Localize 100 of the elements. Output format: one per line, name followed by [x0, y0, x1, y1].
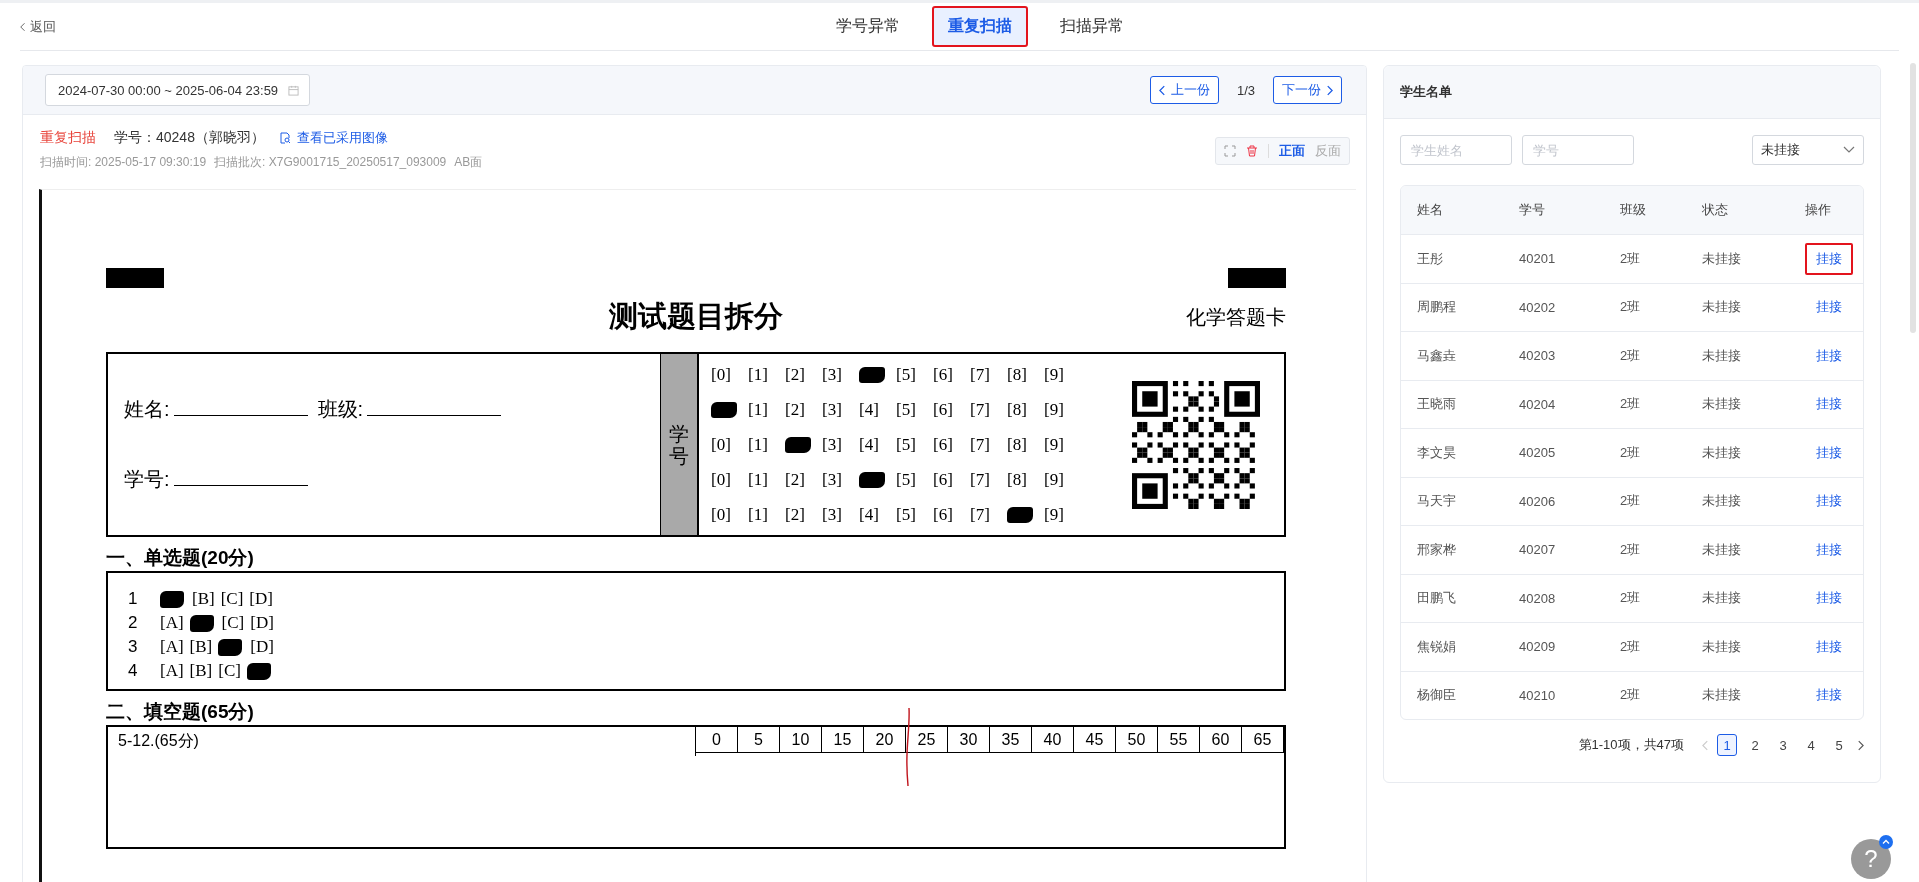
- table-cell-text: 2班: [1620, 492, 1642, 511]
- bubble-label: [3]: [822, 399, 843, 420]
- next-button[interactable]: 下一份: [1273, 76, 1342, 104]
- previous-button[interactable]: 上一份: [1149, 76, 1219, 104]
- table-cell-text: 2班: [1620, 395, 1642, 414]
- id-column-header: 学号: [660, 354, 699, 535]
- link-action[interactable]: 挂接: [1805, 339, 1853, 372]
- score-cell: 5: [738, 727, 780, 753]
- next-page-icon[interactable]: [1857, 739, 1864, 751]
- delete-icon[interactable]: [1246, 145, 1258, 157]
- column-header: 班级: [1620, 201, 1647, 219]
- bubble-label: [0]: [711, 364, 732, 385]
- bubble-label: [8]: [1007, 469, 1028, 490]
- bubble-label: [6]: [933, 434, 954, 455]
- score-cell: 35: [990, 727, 1032, 753]
- alignment-mark: [1228, 268, 1286, 288]
- link-action[interactable]: 挂接: [1805, 630, 1853, 663]
- scrollbar[interactable]: [1910, 63, 1916, 333]
- option-label: [C]: [220, 589, 244, 609]
- link-action[interactable]: 挂接: [1805, 436, 1853, 469]
- student-label: 学号：40248（郭晓羽）: [114, 129, 265, 147]
- tab[interactable]: 重复扫描: [931, 6, 1028, 47]
- table-cell-text: 田鹏飞: [1417, 589, 1457, 608]
- bubble-label: [0]: [711, 504, 732, 525]
- bubble-label: [5]: [896, 399, 917, 420]
- option-label: [A]: [160, 661, 184, 681]
- table-cell-text: 2班: [1620, 637, 1642, 656]
- table-cell-text: 未挂接: [1702, 540, 1742, 559]
- tab[interactable]: 扫描异常: [1043, 6, 1140, 47]
- table-cell-text: 杨御臣: [1417, 686, 1457, 705]
- bubble-label: [6]: [933, 504, 954, 525]
- table-cell-text: 未挂接: [1702, 298, 1742, 317]
- bubble-label: [3]: [822, 469, 843, 490]
- id-search-field[interactable]: 学号: [1522, 135, 1634, 165]
- id-label: 学号:: [124, 467, 170, 493]
- caret-up-icon: [1879, 835, 1893, 849]
- bubble-label: [3]: [822, 364, 843, 385]
- status-dropdown[interactable]: 未挂接: [1752, 135, 1864, 165]
- link-action[interactable]: 挂接: [1805, 388, 1853, 421]
- score-cell: 10: [780, 727, 822, 753]
- fullscreen-icon[interactable]: [1224, 145, 1236, 157]
- table-cell-text: 2班: [1620, 346, 1642, 365]
- bubble-label: [4]: [859, 434, 880, 455]
- back-link[interactable]: 返回: [20, 18, 56, 36]
- option-label: [C]: [221, 613, 245, 633]
- option-label: [D]: [250, 637, 274, 657]
- link-action[interactable]: 挂接: [1805, 679, 1853, 712]
- calendar-icon: [288, 84, 300, 96]
- link-action[interactable]: 挂接: [1805, 582, 1853, 615]
- bubble-label: [5]: [896, 434, 917, 455]
- table-cell-text: 40206: [1519, 493, 1557, 509]
- bubble-label: [8]: [1007, 364, 1028, 385]
- view-adopted-image-link[interactable]: 查看已采用图像: [278, 129, 388, 147]
- table-cell-text: 马鑫垚: [1417, 346, 1457, 365]
- face-toggle[interactable]: 正面: [1279, 142, 1305, 160]
- chevron-right-icon: [1326, 84, 1333, 96]
- page-button[interactable]: 2: [1745, 734, 1765, 756]
- score-cell: 30: [948, 727, 990, 753]
- table-cell-text: 2班: [1620, 443, 1642, 462]
- option-label: [D]: [249, 589, 273, 609]
- link-action[interactable]: 挂接: [1805, 485, 1853, 518]
- score-cell: 65: [1242, 727, 1284, 753]
- bubble-label: [1]: [748, 399, 769, 420]
- table-cell-text: 40210: [1519, 687, 1557, 703]
- option-label: [A]: [160, 613, 184, 633]
- bubble-label: [1]: [748, 469, 769, 490]
- link-action[interactable]: 挂接: [1805, 291, 1853, 324]
- tab[interactable]: 学号异常: [819, 6, 916, 47]
- pagination-summary: 第1-10项，共47项: [1578, 736, 1684, 754]
- page-button[interactable]: 4: [1801, 734, 1821, 756]
- column-header: 操作: [1805, 201, 1832, 219]
- table-cell-text: 2班: [1620, 249, 1642, 268]
- bubble-label: [5]: [896, 469, 917, 490]
- bubble-label: [9]: [1044, 504, 1065, 525]
- bubble-label: [7]: [970, 504, 991, 525]
- option-label: [B]: [189, 637, 213, 657]
- previous-page-icon[interactable]: [1702, 739, 1709, 751]
- bubble-label: [1]: [748, 364, 769, 385]
- class-label: 班级:: [317, 396, 364, 422]
- name-search-field[interactable]: 学生姓名: [1400, 135, 1512, 165]
- column-header: 姓名: [1417, 201, 1444, 219]
- option-label: [B]: [192, 589, 215, 609]
- table-cell-text: 40205: [1519, 445, 1557, 461]
- bubble-label: [4]: [859, 504, 880, 525]
- link-action[interactable]: 挂接: [1805, 242, 1853, 275]
- sheet-title: 测试题目拆分: [609, 299, 783, 334]
- bubble-label: [9]: [1044, 364, 1065, 385]
- score-cell: 60: [1200, 727, 1242, 753]
- score-cell: 45: [1074, 727, 1116, 753]
- page-button[interactable]: 3: [1773, 734, 1793, 756]
- option-label: [C]: [218, 661, 241, 681]
- section-heading: 二、填空题(65分): [106, 700, 255, 724]
- column-header: 状态: [1702, 201, 1729, 219]
- table-cell-text: 未挂接: [1702, 637, 1742, 656]
- score-cell: 0: [696, 727, 738, 753]
- table-cell-text: 未挂接: [1702, 686, 1742, 705]
- page-button[interactable]: 1: [1717, 734, 1737, 756]
- date-range-field[interactable]: 2024-07-30 00:00 ~ 2025-06-04 23:59: [45, 74, 311, 106]
- link-action[interactable]: 挂接: [1805, 533, 1853, 566]
- page-button[interactable]: 5: [1829, 734, 1849, 756]
